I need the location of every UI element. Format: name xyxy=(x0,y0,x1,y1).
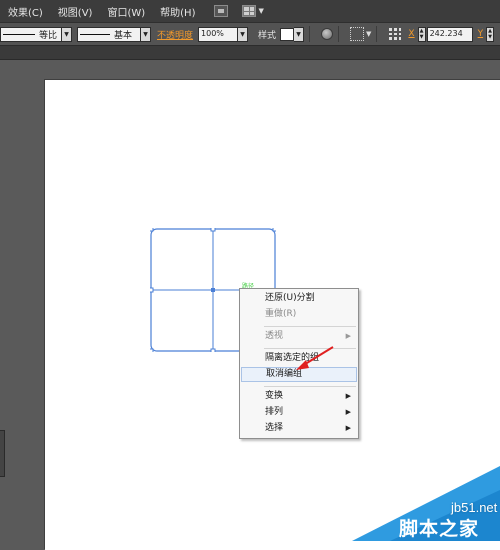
context-menu: 还原(U)分割 重做(R) 透视 ▶ 隔离选定的组 取消编组 变换 ▶ 排列 ▶… xyxy=(239,288,359,439)
ctx-label: 隔离选定的组 xyxy=(265,353,320,363)
opacity-dropdown-button[interactable]: ▼ xyxy=(238,26,249,42)
menu-separator xyxy=(264,326,356,327)
brush-definition[interactable]: 基本 xyxy=(77,26,141,42)
ctx-label: 变换 xyxy=(265,391,284,401)
ctx-label: 排列 xyxy=(265,407,284,417)
document-tab-strip xyxy=(0,46,500,60)
menu-effect[interactable]: 效果(C) xyxy=(0,4,50,19)
menu-window[interactable]: 窗口(W) xyxy=(99,4,152,19)
ctx-isolate-group[interactable]: 隔离选定的组 xyxy=(241,351,357,366)
ctx-label: 还原(U)分割 xyxy=(265,293,315,303)
x-stepper[interactable]: ▲ ▼ xyxy=(417,26,426,42)
ctx-perspective[interactable]: 透视 ▶ xyxy=(241,329,357,344)
separator xyxy=(376,26,378,42)
control-bar: 等比 ▼ 基本 ▼ 不透明度 100% ▼ 样式 ▼ ▼ X ▲ ▼ 242.23… xyxy=(0,22,500,46)
bridge-icon[interactable] xyxy=(214,5,229,17)
menu-view[interactable]: 视图(V) xyxy=(50,4,100,19)
opacity-input[interactable]: 100% xyxy=(198,26,239,42)
profile-label: 等比 xyxy=(39,30,58,41)
ctx-label: 重做(R) xyxy=(265,309,297,319)
align-to-icon[interactable] xyxy=(350,27,365,41)
submenu-arrow-icon: ▶ xyxy=(345,392,351,400)
ctx-ungroup[interactable]: 取消编组 xyxy=(241,367,357,382)
brush-dropdown-button[interactable]: ▼ xyxy=(141,26,151,42)
graphic-style-swatch[interactable] xyxy=(280,27,295,41)
chevron-down-icon[interactable]: ▼ xyxy=(258,7,263,15)
x-label: X xyxy=(408,29,415,39)
watermark-url: jb51.net xyxy=(451,500,498,515)
style-label: 样式 xyxy=(258,30,277,41)
align-dropdown-icon[interactable]: ▼ xyxy=(366,30,371,38)
menu-bar: 效果(C) 视图(V) 窗口(W) 帮助(H) ▼ xyxy=(0,0,500,22)
ctx-undo-split[interactable]: 还原(U)分割 xyxy=(241,291,357,306)
separator xyxy=(309,26,311,42)
profile-line xyxy=(3,33,35,35)
ctx-arrange[interactable]: 排列 ▶ xyxy=(241,405,357,420)
submenu-arrow-icon: ▶ xyxy=(345,424,351,432)
menu-separator xyxy=(264,348,356,349)
ctx-redo[interactable]: 重做(R) xyxy=(241,307,357,322)
brush-label: 基本 xyxy=(114,30,133,41)
opacity-label[interactable]: 不透明度 xyxy=(157,28,193,41)
submenu-arrow-icon: ▶ xyxy=(345,408,351,416)
ctx-select[interactable]: 选择 ▶ xyxy=(241,421,357,436)
variable-width-profile[interactable]: 等比 xyxy=(0,26,62,42)
profile-dropdown-button[interactable]: ▼ xyxy=(62,26,72,42)
ctx-transform[interactable]: 变换 ▶ xyxy=(241,389,357,404)
menu-separator xyxy=(264,386,356,387)
collapsed-panel-tab[interactable] xyxy=(0,430,5,477)
watermark-name: 脚本之家 xyxy=(399,518,480,540)
arrange-documents-icon[interactable] xyxy=(242,5,257,17)
x-input[interactable]: 242.234 xyxy=(426,26,473,42)
style-dropdown-button[interactable]: ▼ xyxy=(294,26,305,42)
menu-help[interactable]: 帮助(H) xyxy=(152,4,202,19)
ctx-label: 取消编组 xyxy=(266,369,303,379)
separator xyxy=(338,26,340,42)
brush-line xyxy=(80,33,110,35)
y-stepper[interactable]: ▲ ▼ xyxy=(486,26,495,42)
reference-point-icon[interactable] xyxy=(388,27,402,41)
y-label: Y xyxy=(477,29,484,39)
ctx-label: 透视 xyxy=(265,331,284,341)
ctx-label: 选择 xyxy=(265,423,284,433)
submenu-arrow-icon: ▶ xyxy=(345,332,351,340)
recolor-artwork-icon[interactable] xyxy=(321,28,334,40)
